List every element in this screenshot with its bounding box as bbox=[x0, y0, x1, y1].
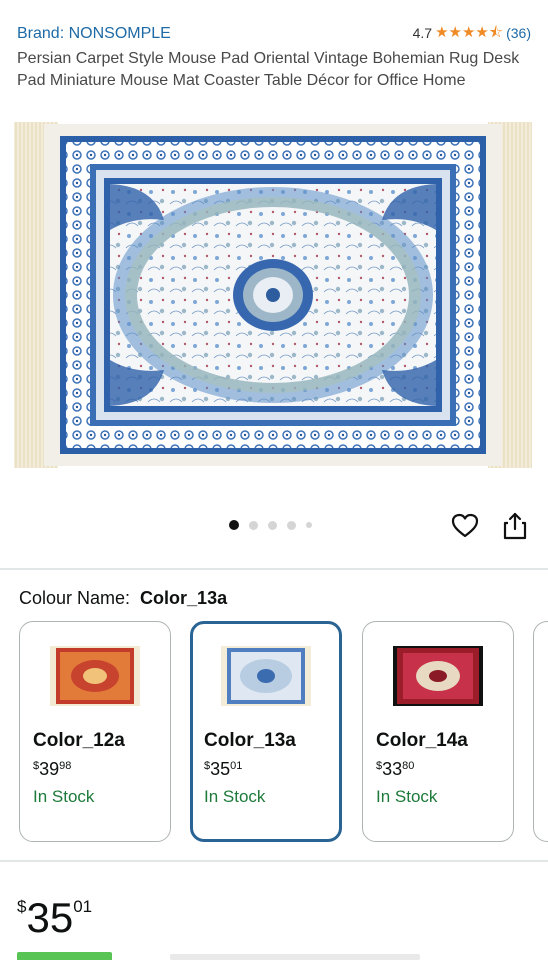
star-icon: ★ bbox=[461, 24, 476, 41]
star-icon: ★ bbox=[435, 24, 449, 41]
option-stock-status: In Stock bbox=[33, 787, 95, 806]
colour-name-label: Colour Name: Color_13a bbox=[19, 588, 227, 609]
colour-option-color-14a[interactable]: Color_14a $3380 In Stock bbox=[362, 621, 514, 842]
half-star-icon: ⯪ bbox=[488, 24, 504, 41]
option-stock-status: In Stock bbox=[376, 787, 438, 806]
option-name: Color_12a bbox=[33, 730, 125, 751]
swatch-thumbnail bbox=[221, 646, 311, 706]
product-price: $3501 bbox=[17, 894, 93, 941]
price-note bbox=[170, 954, 420, 960]
star-icon: ★ bbox=[448, 24, 462, 41]
option-stock-status: In Stock bbox=[204, 787, 266, 806]
swatch-thumbnail bbox=[393, 646, 483, 706]
swatch-thumbnail bbox=[50, 646, 140, 706]
option-name: Color_13a bbox=[204, 730, 296, 751]
rating-value: 4.7 bbox=[412, 25, 433, 41]
option-price: $3998 bbox=[33, 759, 72, 779]
product-title: Persian Carpet Style Mouse Pad Oriental … bbox=[17, 50, 520, 89]
colour-option-more[interactable] bbox=[533, 621, 548, 842]
option-price: $3380 bbox=[376, 759, 415, 779]
option-name: Color_14a bbox=[376, 730, 468, 751]
image-carousel-dots[interactable] bbox=[229, 520, 312, 530]
brand-rating-row: Brand: NONSOMPLE 4.7 ★ ★ ★ ★ ⯪ (36) bbox=[17, 25, 533, 47]
carousel-dot[interactable] bbox=[229, 520, 239, 530]
rating-stars: ★ ★ ★ ★ ⯪ bbox=[435, 25, 503, 41]
star-icon: ★ bbox=[475, 24, 489, 41]
carousel-dot[interactable] bbox=[268, 520, 277, 530]
rating[interactable]: 4.7 ★ ★ ★ ★ ⯪ (36) bbox=[412, 25, 531, 42]
colour-option-color-13a[interactable]: Color_13a $3501 In Stock bbox=[190, 621, 342, 842]
carousel-dot[interactable] bbox=[287, 520, 296, 530]
carousel-dot[interactable] bbox=[306, 522, 312, 528]
product-image[interactable] bbox=[14, 120, 532, 470]
share-icon[interactable] bbox=[502, 512, 528, 540]
deal-badge bbox=[17, 952, 112, 960]
rating-count[interactable]: (36) bbox=[506, 25, 531, 41]
section-divider bbox=[0, 860, 548, 862]
heart-icon[interactable] bbox=[451, 512, 479, 540]
colour-label-text: Colour Name: bbox=[19, 588, 131, 608]
carousel-dot[interactable] bbox=[249, 520, 258, 530]
colour-option-color-12a[interactable]: Color_12a $3998 In Stock bbox=[19, 621, 171, 842]
section-divider bbox=[0, 568, 548, 570]
brand-link[interactable]: Brand: NONSOMPLE bbox=[17, 25, 171, 43]
selected-colour-name: Color_13a bbox=[140, 588, 228, 608]
option-price: $3501 bbox=[204, 759, 243, 779]
